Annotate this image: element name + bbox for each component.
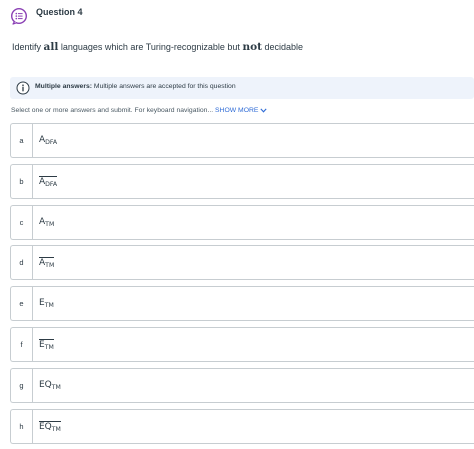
question-title: Question 4 bbox=[36, 7, 83, 17]
info-circle-icon bbox=[16, 81, 30, 95]
instructions: Select one or more answers and submit. F… bbox=[11, 107, 268, 114]
info-text: Multiple answers: Multiple answers are a… bbox=[35, 83, 236, 90]
language-subscript: TM bbox=[45, 262, 55, 269]
option-language: EQTM bbox=[39, 421, 61, 433]
language-subscript: TM bbox=[51, 384, 61, 391]
show-more-button[interactable]: SHOW MORE bbox=[215, 107, 268, 114]
show-more-label: SHOW MORE bbox=[215, 107, 259, 114]
instructions-text: Select one or more answers and submit. F… bbox=[11, 107, 214, 114]
answer-option-g[interactable]: g EQTM bbox=[10, 368, 474, 403]
option-language: ATM bbox=[39, 257, 55, 269]
prompt-emphasis-not: not bbox=[242, 41, 262, 53]
option-letter: f bbox=[11, 328, 33, 361]
option-letter: e bbox=[11, 287, 33, 320]
option-language: ADFA bbox=[39, 176, 58, 188]
option-letter: d bbox=[11, 246, 33, 279]
answer-option-h[interactable]: h EQTM bbox=[10, 409, 474, 444]
option-language: ETM bbox=[39, 339, 54, 351]
option-letter: h bbox=[11, 410, 33, 443]
option-letter: b bbox=[11, 165, 33, 198]
complement-overline: ADFA bbox=[39, 176, 58, 188]
answer-option-c[interactable]: c ATM bbox=[10, 205, 474, 240]
prompt-emphasis-all: all bbox=[43, 41, 59, 53]
language-base: EQ bbox=[39, 422, 52, 432]
option-language: ADFA bbox=[39, 135, 57, 146]
info-label: Multiple answers: bbox=[35, 83, 93, 90]
complement-overline: ETM bbox=[39, 339, 54, 351]
question-prompt: Identify all languages which are Turing-… bbox=[12, 41, 303, 53]
language-symbol: ADFA bbox=[39, 135, 58, 146]
info-description: Multiple answers are accepted for this q… bbox=[92, 83, 236, 90]
answer-option-f[interactable]: f ETM bbox=[10, 327, 474, 362]
answer-option-e[interactable]: e ETM bbox=[10, 286, 474, 321]
option-language: ETM bbox=[39, 298, 54, 309]
chevron-down-icon bbox=[260, 108, 268, 113]
option-language: ATM bbox=[39, 217, 54, 228]
language-symbol: ETM bbox=[39, 298, 54, 309]
prompt-text-2: languages which are Turing-recognizable … bbox=[58, 42, 243, 52]
option-letter: g bbox=[11, 369, 33, 402]
option-letter: c bbox=[11, 206, 33, 239]
question-header: Question 4 bbox=[10, 6, 470, 36]
language-symbol: ATM bbox=[39, 217, 55, 228]
complement-overline: ATM bbox=[39, 257, 55, 269]
answer-option-b[interactable]: b ADFA bbox=[10, 164, 474, 199]
option-letter: a bbox=[11, 124, 33, 157]
language-subscript: DFA bbox=[45, 139, 58, 146]
prompt-text-1: Identify bbox=[12, 42, 44, 52]
language-subscript: TM bbox=[44, 344, 54, 351]
language-subscript: TM bbox=[44, 302, 54, 309]
language-symbol: EQTM bbox=[39, 380, 61, 391]
language-base: EQ bbox=[39, 380, 52, 390]
multiple-answers-banner: Multiple answers: Multiple answers are a… bbox=[10, 77, 474, 99]
answer-option-a[interactable]: a ADFA bbox=[10, 123, 474, 158]
language-subscript: DFA bbox=[45, 181, 58, 188]
language-subscript: TM bbox=[51, 426, 61, 433]
complement-overline: EQTM bbox=[39, 421, 61, 433]
list-bubble-icon bbox=[10, 7, 28, 25]
language-subscript: TM bbox=[45, 221, 55, 228]
option-language: EQTM bbox=[39, 380, 61, 391]
prompt-text-3: decidable bbox=[261, 42, 303, 52]
answer-option-d[interactable]: d ATM bbox=[10, 245, 474, 280]
